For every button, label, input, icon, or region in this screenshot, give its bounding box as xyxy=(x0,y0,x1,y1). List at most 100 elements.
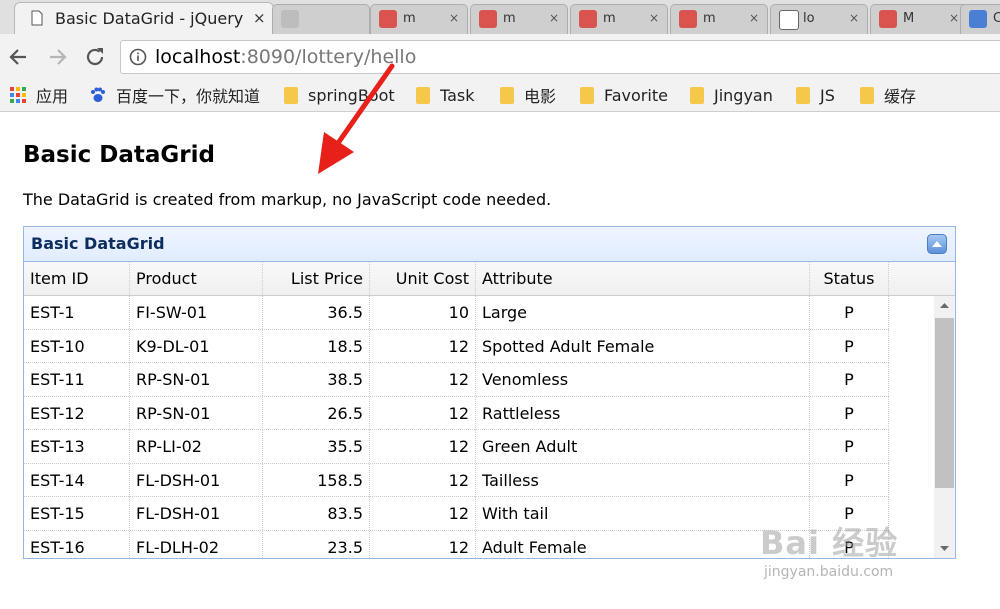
forward-arrow-icon[interactable] xyxy=(44,44,70,70)
table-cell: EST-1 xyxy=(24,296,130,329)
table-cell: Venomless xyxy=(476,363,810,396)
datagrid-header: Item ID Product List Price Unit Cost Attribu… xyxy=(24,262,955,296)
reload-icon[interactable] xyxy=(82,44,108,70)
table-cell: FL-DSH-01 xyxy=(130,463,263,497)
table-cell: FL-DLH-02 xyxy=(130,530,263,558)
table-cell: 12 xyxy=(370,363,476,396)
bookmark-item[interactable]: Jingyan xyxy=(690,84,773,106)
bookmark-item[interactable]: 应用 xyxy=(10,84,68,106)
tab-close-icon[interactable]: × xyxy=(949,11,959,25)
address-bar[interactable]: localhost:8090/lottery/hello xyxy=(120,40,1000,74)
tab-background[interactable]: lo × xyxy=(770,4,868,34)
column-header[interactable]: Product xyxy=(130,262,263,295)
tab-close-icon[interactable]: × xyxy=(449,11,459,25)
table-cell: 35.5 xyxy=(263,430,370,463)
vertical-scrollbar[interactable] xyxy=(934,296,955,558)
tab-favicon-icon xyxy=(969,10,987,28)
tab-favicon-icon xyxy=(579,10,597,28)
tab-background[interactable] xyxy=(272,4,370,34)
tab-favicon-icon xyxy=(479,10,497,28)
table-cell: Green Adult xyxy=(476,430,810,463)
tab-favicon-icon xyxy=(779,10,799,30)
collapse-icon[interactable] xyxy=(927,234,947,254)
column-header[interactable]: List Price xyxy=(263,262,370,295)
tab-title: m xyxy=(703,11,716,26)
tab-close-icon[interactable]: × xyxy=(849,11,859,25)
table-cell: P xyxy=(810,363,889,396)
table-cell: K9-DL-01 xyxy=(130,329,263,363)
tab-title: Basic DataGrid - jQuery xyxy=(55,9,244,28)
table-cell: EST-12 xyxy=(24,396,130,430)
tab-background[interactable]: m × xyxy=(570,4,668,34)
table-cell: With tail xyxy=(476,497,810,530)
table-row[interactable]: EST-11 RP-SN-01 38.5 12 Venomless P xyxy=(24,363,889,397)
table-cell: 12 xyxy=(370,497,476,530)
bookmark-label: 应用 xyxy=(36,87,69,106)
table-cell: EST-16 xyxy=(24,530,130,558)
bookmarks-bar: 应用 百度一下，你就知道 springBoot Task 电影 Favorite Jingy… xyxy=(0,78,1000,112)
tab-title: Co xyxy=(993,11,1000,26)
tab-background[interactable]: m × xyxy=(670,4,768,34)
bookmark-item[interactable]: Favorite xyxy=(580,84,668,106)
apps-grid-icon xyxy=(10,87,26,103)
panel-title: Basic DataGrid xyxy=(31,234,165,253)
bookmark-label: 电影 xyxy=(524,87,557,106)
header-filler xyxy=(889,262,955,295)
folder-icon xyxy=(500,86,514,104)
column-header[interactable]: Status xyxy=(810,262,889,295)
bookmark-item[interactable]: 电影 xyxy=(500,84,556,106)
tab-active[interactable]: Basic DataGrid - jQuery × xyxy=(14,2,274,34)
table-cell: P xyxy=(810,329,889,363)
folder-icon xyxy=(860,86,874,104)
info-icon[interactable] xyxy=(129,48,147,66)
bookmark-label: Task xyxy=(440,85,475,105)
tab-background[interactable]: M × xyxy=(870,4,968,34)
column-header[interactable]: Attribute xyxy=(476,262,810,295)
table-cell: P xyxy=(810,530,889,558)
table-cell: 83.5 xyxy=(263,497,370,530)
table-cell: EST-11 xyxy=(24,363,130,396)
table-cell: 18.5 xyxy=(263,329,370,363)
tab-close-icon[interactable]: × xyxy=(549,11,559,25)
table-cell: 36.5 xyxy=(263,296,370,329)
scroll-down-icon[interactable] xyxy=(934,540,955,558)
scroll-up-icon[interactable] xyxy=(934,296,955,314)
table-cell: Tailless xyxy=(476,463,810,497)
bookmark-item[interactable]: Task xyxy=(416,84,475,106)
tab-close-icon[interactable]: × xyxy=(649,11,659,25)
tab-favicon-icon xyxy=(679,10,697,28)
back-arrow-icon[interactable] xyxy=(6,44,32,70)
table-cell: 12 xyxy=(370,329,476,363)
bookmark-item[interactable]: 百度一下，你就知道 xyxy=(90,84,260,106)
column-header[interactable]: Unit Cost xyxy=(370,262,476,295)
table-row[interactable]: EST-14 FL-DSH-01 158.5 12 Tailless P xyxy=(24,463,889,497)
tab-close-icon[interactable]: × xyxy=(253,9,266,27)
bookmark-item[interactable]: JS xyxy=(796,84,835,106)
table-cell: 10 xyxy=(370,296,476,329)
table-cell: P xyxy=(810,396,889,430)
scrollbar-thumb[interactable] xyxy=(935,318,954,488)
tab-close-icon[interactable]: × xyxy=(749,11,759,25)
bookmark-label: Favorite xyxy=(604,85,668,105)
table-row[interactable]: EST-13 RP-LI-02 35.5 12 Green Adult P xyxy=(24,430,889,464)
table-row[interactable]: EST-16 FL-DLH-02 23.5 12 Adult Female P xyxy=(24,530,889,558)
tab-title: m xyxy=(603,11,616,26)
browser-toolbar: localhost:8090/lottery/hello xyxy=(0,34,1000,78)
table-cell: EST-10 xyxy=(24,329,130,363)
table-row[interactable]: EST-15 FL-DSH-01 83.5 12 With tail P xyxy=(24,497,889,531)
table-row[interactable]: EST-1 FI-SW-01 36.5 10 Large P xyxy=(24,296,889,330)
column-header[interactable]: Item ID xyxy=(24,262,130,295)
table-cell: RP-SN-01 xyxy=(130,396,263,430)
table-cell: RP-SN-01 xyxy=(130,363,263,396)
folder-icon xyxy=(580,86,594,104)
folder-icon xyxy=(284,86,298,104)
tab-background[interactable]: m × xyxy=(370,4,468,34)
tab-background[interactable]: Co xyxy=(960,4,1000,34)
table-row[interactable]: EST-12 RP-SN-01 26.5 12 Rattleless P xyxy=(24,396,889,430)
tab-background[interactable]: m × xyxy=(470,4,568,34)
table-cell: Adult Female xyxy=(476,530,810,558)
table-row[interactable]: EST-10 K9-DL-01 18.5 12 Spotted Adult Female… xyxy=(24,329,889,363)
table-cell: P xyxy=(810,497,889,530)
bookmark-item[interactable]: 缓存 xyxy=(860,84,916,106)
table-cell: Large xyxy=(476,296,810,329)
